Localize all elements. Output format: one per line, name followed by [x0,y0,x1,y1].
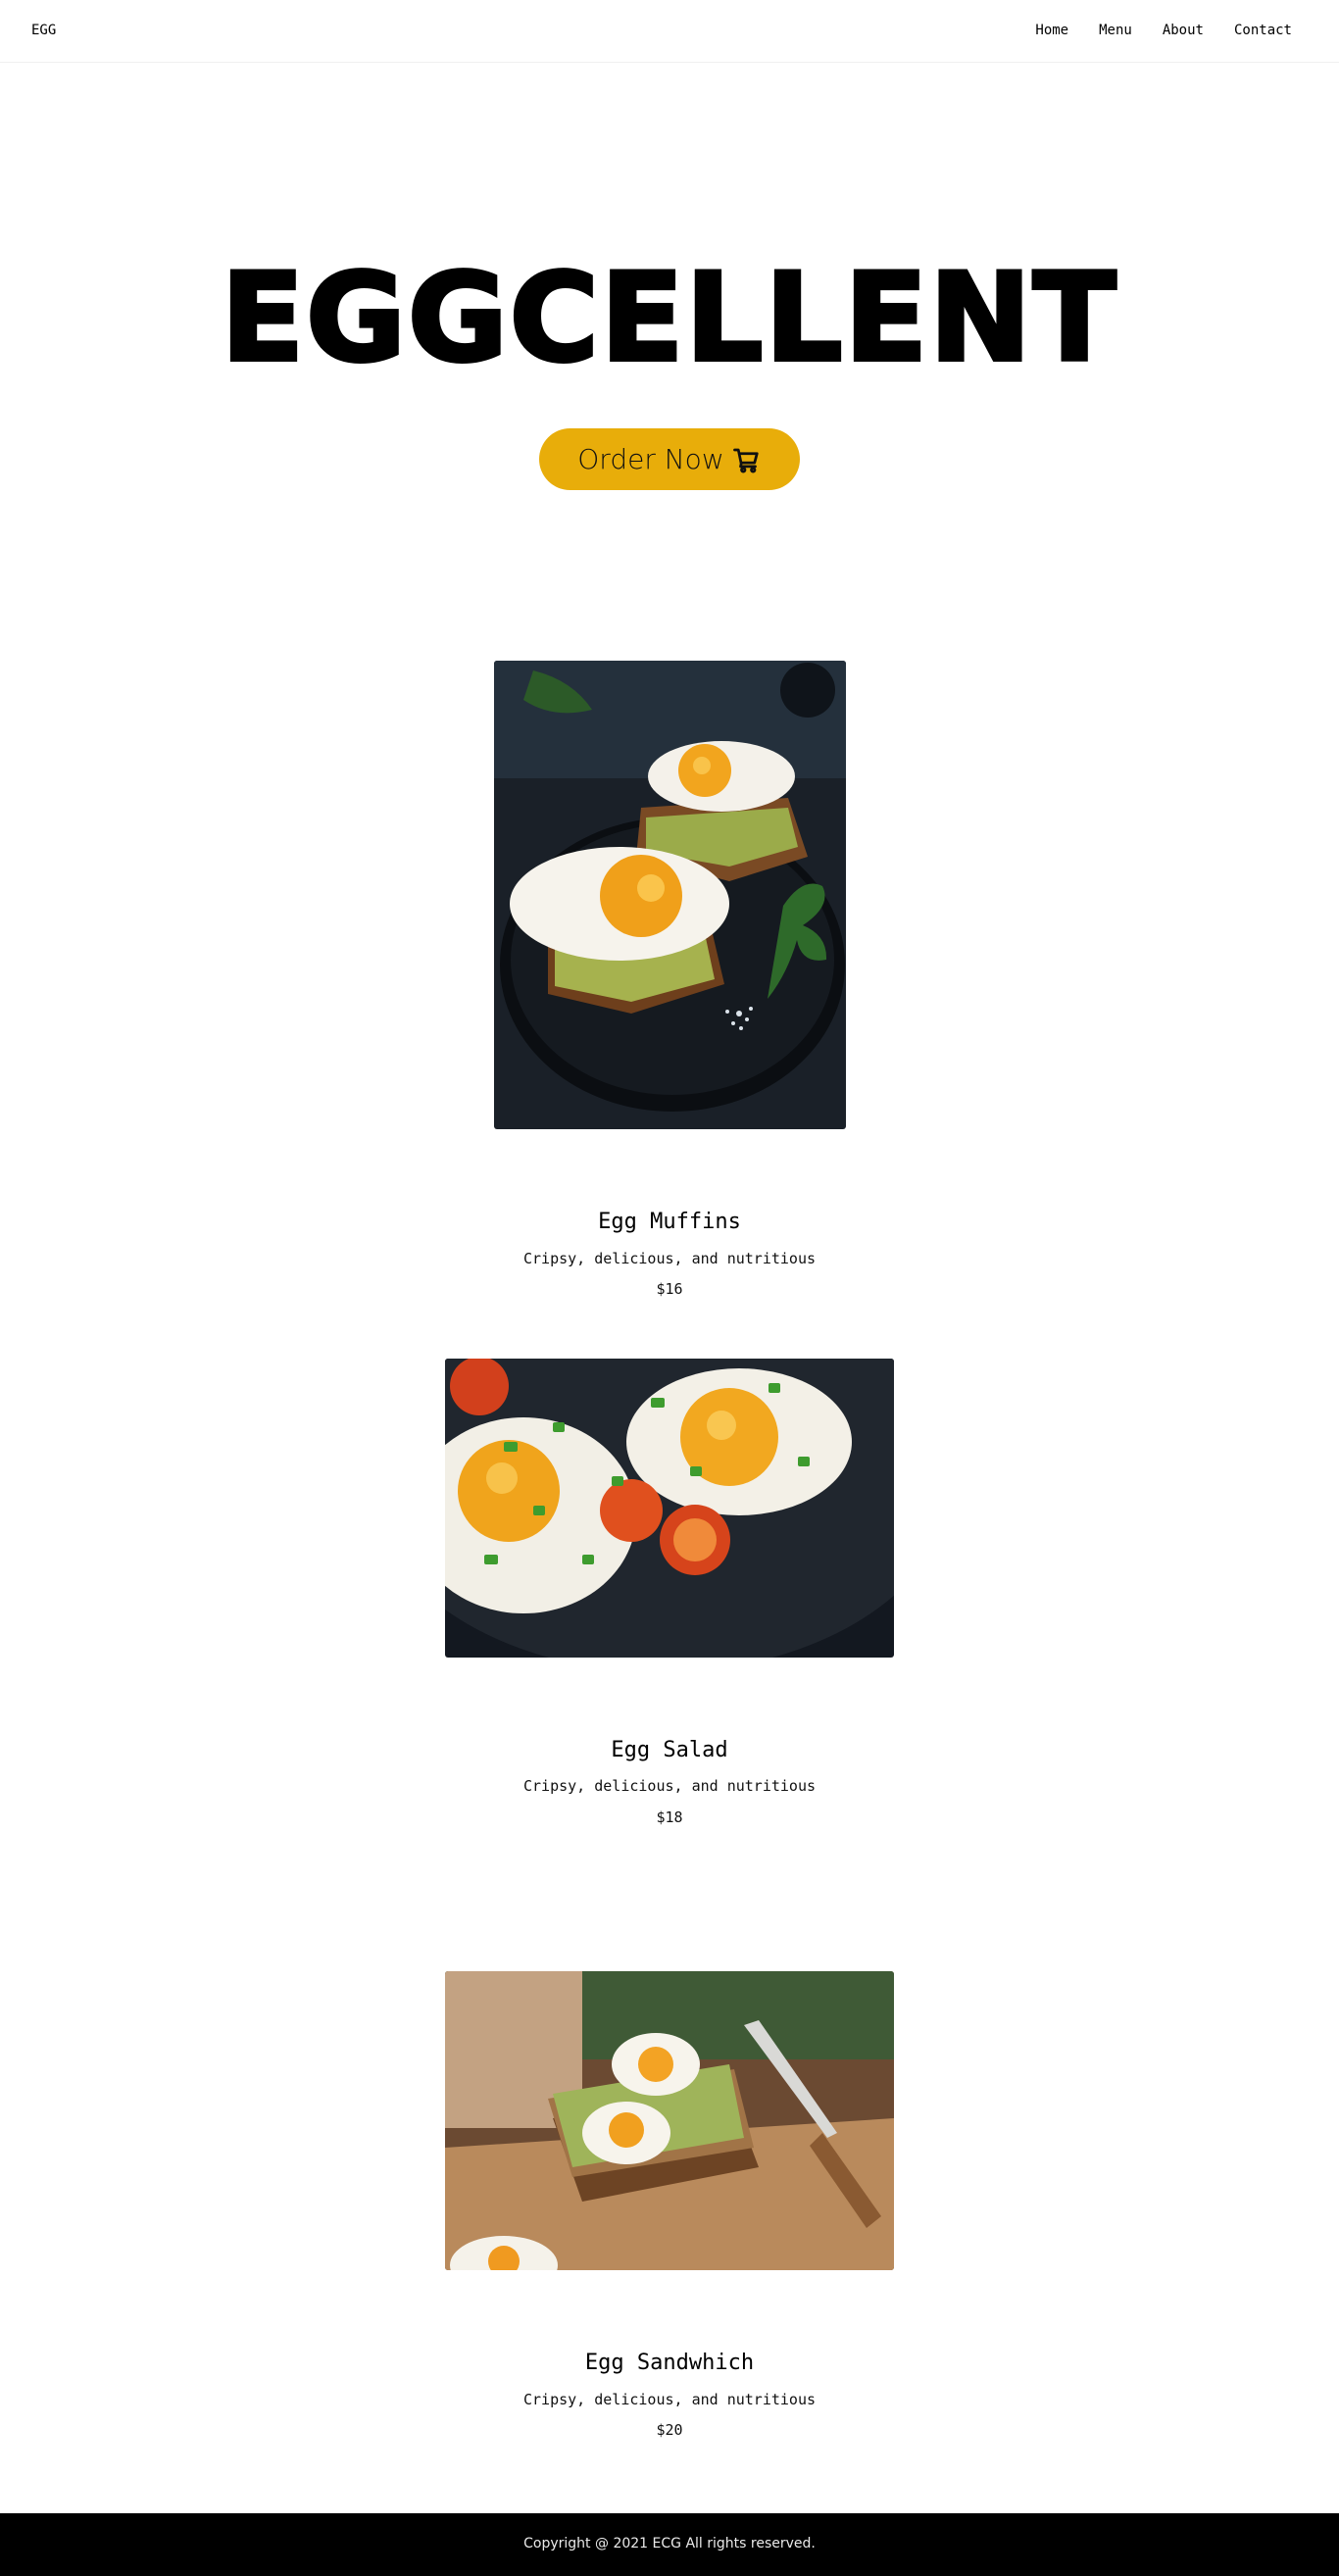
site-logo[interactable]: EGG [31,23,56,38]
order-now-label: Order Now [577,443,724,475]
hero-title: EGGCELLENT [219,246,1118,391]
cart-icon [732,448,759,472]
egg-sandwhich-image [445,1971,894,2270]
order-now-button[interactable]: Order Now [539,428,800,490]
menu-item-description: Cripsy, delicious, and nutritious [522,1777,816,1795]
menu-item-price: $16 [656,1280,683,1298]
copyright-text: Copyright @ 2021 ECG All rights reserved… [523,2536,816,2551]
egg-salad-image [445,1359,894,1658]
nav-menu-link[interactable]: Menu [1099,23,1132,38]
nav-about-link[interactable]: About [1163,23,1204,38]
menu-item-title: Egg Muffins [598,1210,741,1234]
menu-item-price: $20 [656,2421,683,2439]
menu-item-price: $18 [656,1808,683,1826]
menu-item-title: Egg Salad [611,1738,728,1762]
site-footer: Copyright @ 2021 ECG All rights reserved… [0,2513,1339,2576]
egg-muffins-image [494,661,846,1129]
menu-item-description: Cripsy, delicious, and nutritious [522,1250,816,1267]
site-header: EGG Home Menu About Contact [0,0,1339,63]
nav-contact-link[interactable]: Contact [1234,23,1292,38]
main-nav: Home Menu About Contact [1035,23,1292,38]
menu-item-description: Cripsy, delicious, and nutritious [522,2391,816,2408]
nav-home-link[interactable]: Home [1035,23,1068,38]
menu-item-title: Egg Sandwhich [584,2351,755,2375]
